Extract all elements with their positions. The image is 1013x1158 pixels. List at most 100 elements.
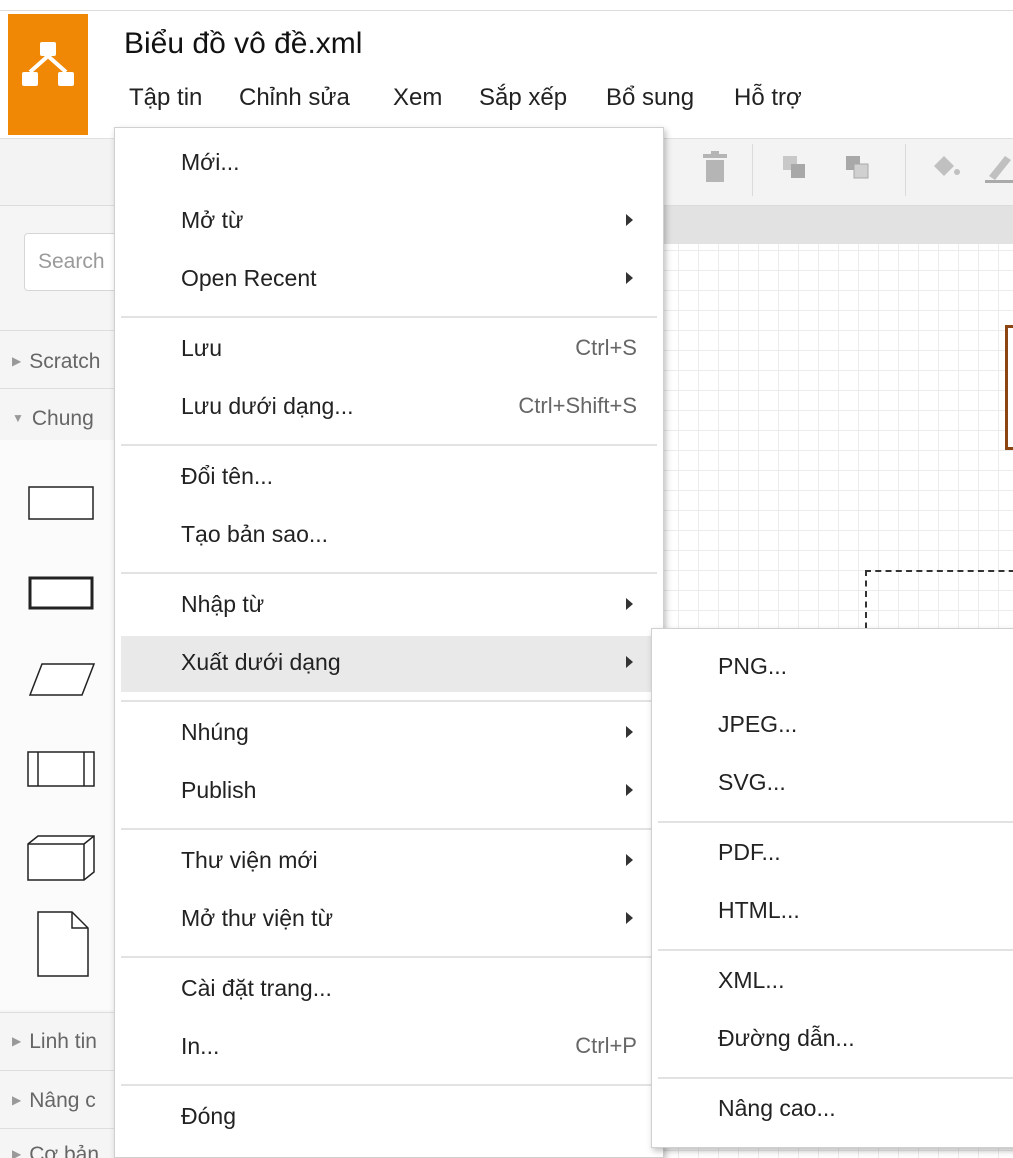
menu-separator: [658, 821, 1013, 823]
menu-item-save[interactable]: Lưu Ctrl+S: [121, 322, 657, 378]
menu-item-label: PNG...: [718, 653, 788, 679]
menu-item-open-recent[interactable]: Open Recent: [121, 252, 657, 308]
note-shape-icon[interactable]: [36, 910, 92, 980]
menu-separator: [121, 1084, 657, 1086]
menu-item-save-as[interactable]: Lưu dưới dạng... Ctrl+Shift+S: [121, 380, 657, 436]
menu-help[interactable]: Hỗ trợ: [734, 84, 802, 112]
collapsed-arrow-icon: ▶: [12, 1147, 22, 1158]
sidebar-divider: [0, 1128, 118, 1129]
toolbar-separator: [752, 144, 753, 196]
menu-item-label: HTML...: [718, 897, 800, 923]
export-advanced[interactable]: Nâng cao...: [658, 1083, 1013, 1139]
export-pdf[interactable]: PDF...: [658, 827, 1013, 883]
menu-separator: [121, 444, 657, 446]
export-xml[interactable]: XML...: [658, 955, 1013, 1011]
menu-item-open-from[interactable]: Mở từ: [121, 194, 657, 250]
menu-item-label: Mở thư viện từ: [181, 905, 333, 931]
menu-item-label: SVG...: [718, 769, 786, 795]
menu-item-new[interactable]: Mới...: [121, 136, 657, 192]
menu-file[interactable]: Tập tin: [129, 84, 202, 112]
menu-item-label: XML...: [718, 967, 785, 993]
menu-separator: [121, 316, 657, 318]
export-url[interactable]: Đường dẫn...: [658, 1013, 1013, 1069]
to-front-icon[interactable]: [780, 150, 810, 184]
search-placeholder: Search: [38, 250, 105, 273]
to-back-icon[interactable]: [843, 150, 873, 184]
cube-shape-icon[interactable]: [26, 834, 98, 884]
menu-item-label: Đường dẫn...: [718, 1025, 855, 1051]
menu-item-open-library-from[interactable]: Mở thư viện từ: [121, 892, 657, 948]
menu-item-make-copy[interactable]: Tạo bản sao...: [121, 508, 657, 564]
menu-separator: [121, 828, 657, 830]
menu-item-label: Thư viện mới: [181, 847, 318, 873]
menu-item-label: Nâng cao...: [718, 1095, 836, 1121]
collapsed-arrow-icon: ▶: [12, 1093, 22, 1107]
menu-item-export-as[interactable]: Xuất dưới dạng: [121, 636, 657, 692]
menu-item-label: Tạo bản sao...: [181, 521, 329, 547]
menu-item-page-setup[interactable]: Cài đặt trang...: [121, 962, 657, 1018]
menu-item-publish[interactable]: Publish: [121, 764, 657, 820]
top-border: [0, 10, 1013, 11]
menu-separator: [121, 572, 657, 574]
export-svg[interactable]: SVG...: [658, 757, 1013, 813]
menu-item-rename[interactable]: Đổi tên...: [121, 450, 657, 506]
menu-item-shortcut: Ctrl+P: [575, 1033, 637, 1058]
section-label: Nâng c: [29, 1089, 96, 1112]
section-basic[interactable]: ▶ Cơ bản: [12, 1143, 99, 1158]
parallelogram-shape-icon[interactable]: [28, 662, 98, 698]
submenu-arrow-icon: [626, 214, 633, 226]
section-advanced[interactable]: ▶ Nâng c: [12, 1089, 96, 1113]
delete-icon[interactable]: [700, 150, 730, 184]
rectangle-shape-icon[interactable]: [28, 486, 96, 522]
menu-separator: [658, 1077, 1013, 1079]
menu-item-label: Đóng: [181, 1103, 236, 1129]
drawio-logo-icon: [22, 42, 74, 86]
export-png[interactable]: PNG...: [658, 641, 1013, 697]
menu-item-label: Mở từ: [181, 207, 244, 233]
canvas-shape[interactable]: [1005, 325, 1013, 450]
menu-arrange[interactable]: Sắp xếp: [479, 84, 567, 112]
menu-item-close[interactable]: Đóng: [121, 1090, 657, 1146]
section-scratch[interactable]: ▶ Scratch: [12, 350, 100, 374]
menu-item-label: Open Recent: [181, 265, 317, 291]
export-jpeg[interactable]: JPEG...: [658, 699, 1013, 755]
menu-item-label: Publish: [181, 777, 257, 803]
section-general[interactable]: ▼ Chung: [12, 407, 94, 431]
document-title[interactable]: Biểu đồ vô đề.xml: [124, 27, 362, 61]
menu-item-new-library[interactable]: Thư viện mới: [121, 834, 657, 890]
line-color-icon[interactable]: [985, 150, 1013, 184]
menu-item-shortcut: Ctrl+Shift+S: [518, 393, 637, 418]
menu-item-label: Nhập từ: [181, 591, 265, 617]
submenu-arrow-icon: [626, 784, 633, 796]
menu-item-shortcut: Ctrl+S: [575, 335, 637, 360]
menu-item-label: Đổi tên...: [181, 463, 274, 489]
menu-separator: [658, 949, 1013, 951]
menu-view[interactable]: Xem: [393, 84, 442, 112]
fill-color-icon[interactable]: [928, 150, 960, 184]
menu-separator: [121, 956, 657, 958]
menu-item-print[interactable]: In... Ctrl+P: [121, 1020, 657, 1076]
export-submenu: PNG... JPEG... SVG... PDF... HTML... XML…: [651, 628, 1013, 1148]
menu-item-label: Lưu: [181, 335, 222, 361]
section-label: Scratch: [29, 350, 101, 373]
sidebar-divider: [0, 1070, 118, 1071]
export-html[interactable]: HTML...: [658, 885, 1013, 941]
menu-extras[interactable]: Bổ sung: [606, 84, 694, 112]
menu-item-import-from[interactable]: Nhập từ: [121, 578, 657, 634]
menu-item-label: In...: [181, 1033, 220, 1059]
section-misc[interactable]: ▶ Linh tin: [12, 1030, 97, 1054]
sidebar-divider: [0, 330, 118, 331]
sidebar-divider: [0, 1012, 118, 1013]
menu-edit[interactable]: Chỉnh sửa: [239, 84, 350, 112]
menu-item-label: Nhúng: [181, 719, 249, 745]
section-label: Linh tin: [29, 1030, 97, 1053]
menu-item-embed[interactable]: Nhúng: [121, 706, 657, 762]
submenu-arrow-icon: [626, 272, 633, 284]
menu-item-label: PDF...: [718, 839, 781, 865]
process-shape-icon[interactable]: [26, 750, 98, 790]
app-logo[interactable]: [8, 14, 88, 135]
submenu-arrow-icon: [626, 854, 633, 866]
collapsed-arrow-icon: ▶: [12, 1034, 22, 1048]
menu-item-label: Mới...: [181, 149, 240, 175]
bold-rectangle-shape-icon[interactable]: [28, 576, 96, 612]
